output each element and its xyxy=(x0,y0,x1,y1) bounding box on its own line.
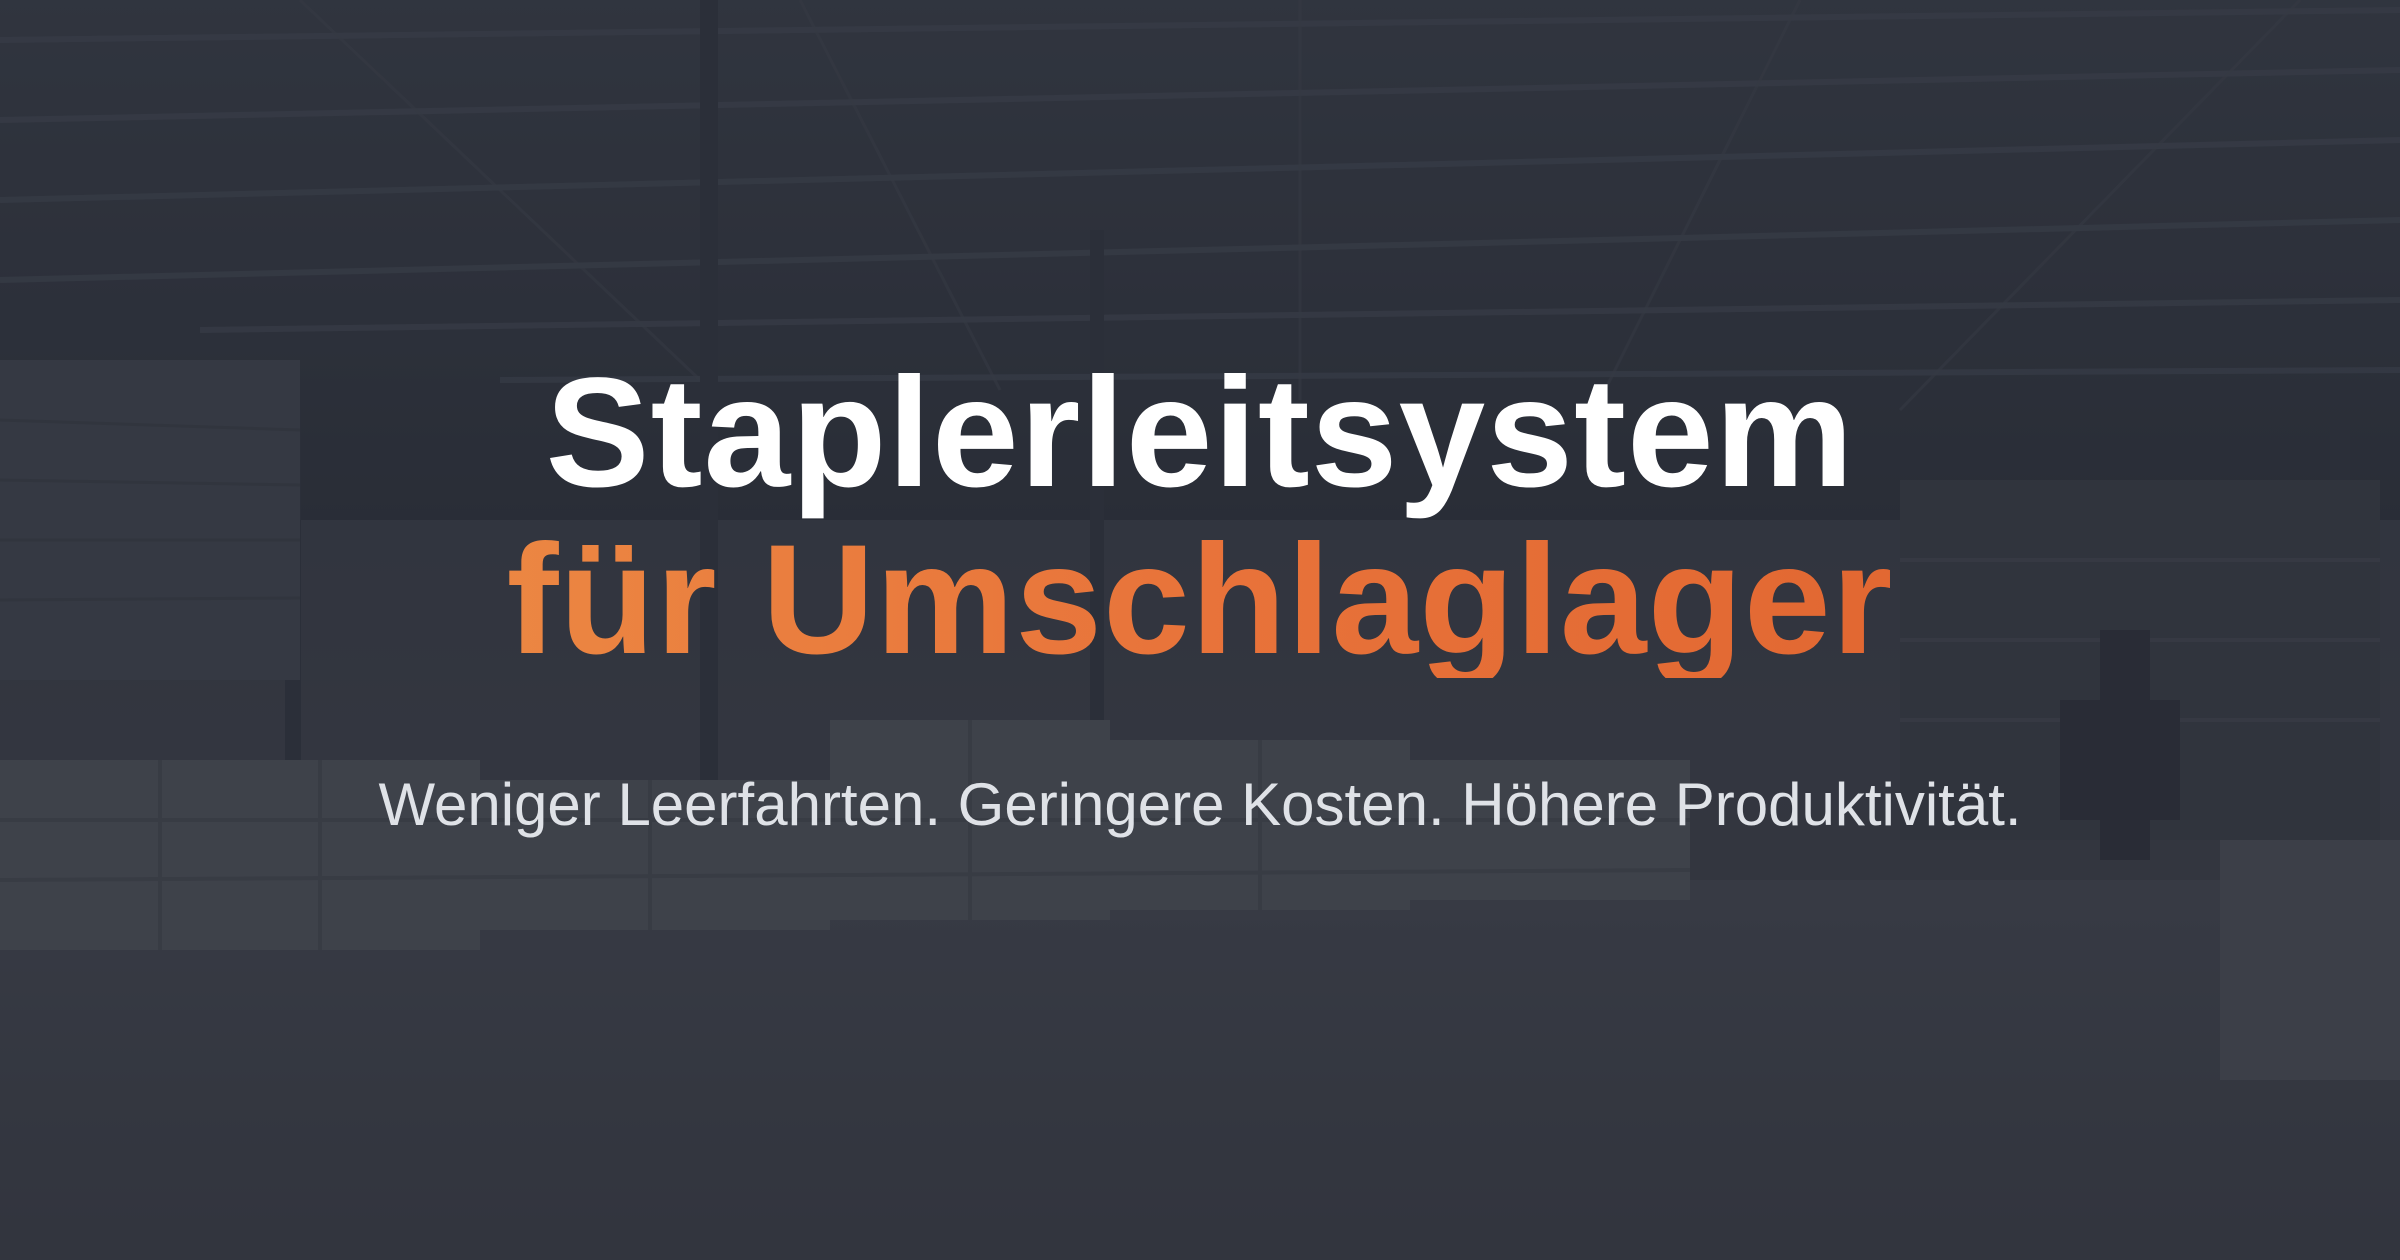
hero-content: Staplerleitsystem für Umschlaglager Weni… xyxy=(0,0,2400,1260)
hero-tagline: Weniger Leerfahrten. Geringere Kosten. H… xyxy=(378,771,2022,838)
hero-title-line1: Staplerleitsystem xyxy=(545,346,1855,520)
hero-title-line2-accent: für Umschlaglager xyxy=(0,522,2400,678)
hero-banner: Staplerleitsystem für Umschlaglager Weni… xyxy=(0,0,2400,1260)
